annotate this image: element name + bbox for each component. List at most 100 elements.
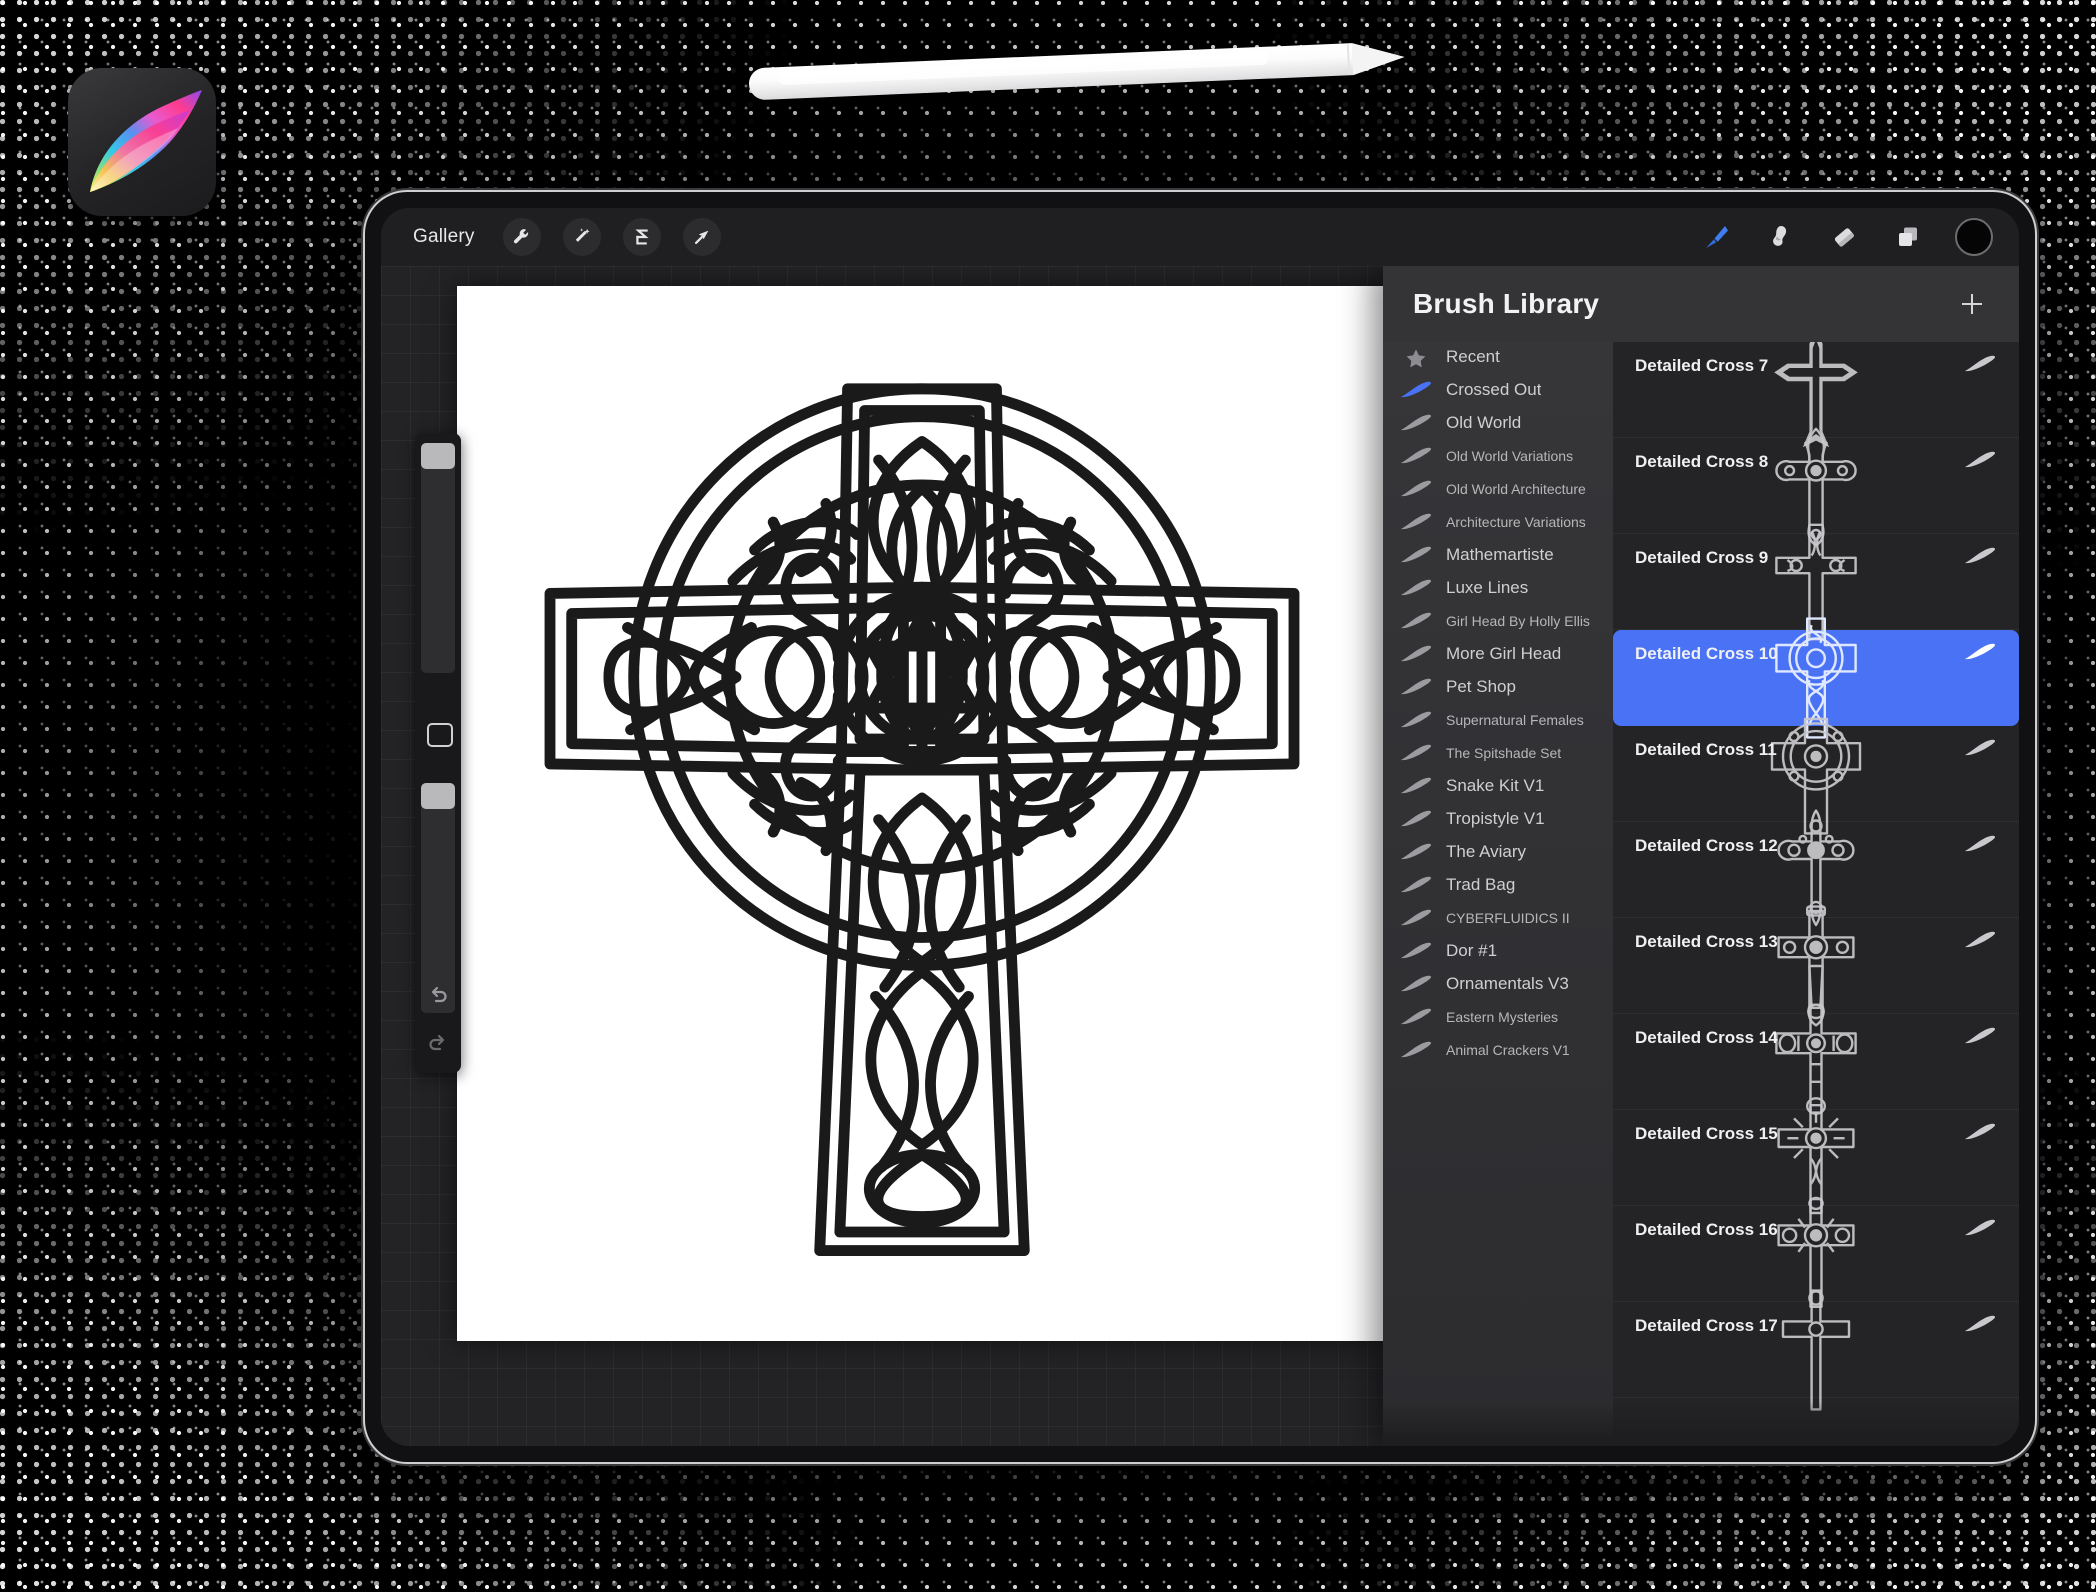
brush-library-panel: Brush Library Recent Crossed Out Old World… [1383, 266, 2019, 1446]
brush-category-label: Eastern Mysteries [1446, 1009, 1559, 1025]
sidebar-controls [415, 433, 461, 1073]
brush-category-item[interactable]: The Spitshade Set [1383, 742, 1613, 764]
brush-stroke-icon [1399, 676, 1433, 698]
actions-wrench-icon[interactable] [502, 218, 541, 256]
brush-category-item[interactable]: Old World Variations [1383, 445, 1613, 467]
brush-stroke-icon [1963, 834, 1997, 854]
modify-button[interactable] [427, 723, 453, 747]
brush-library-title: Brush Library [1413, 288, 1600, 319]
brush-name: Detailed Cross 11 [1635, 740, 1777, 759]
brush-category-label: Tropistyle V1 [1446, 809, 1545, 828]
brush-category-item[interactable]: Pet Shop [1383, 676, 1613, 698]
brush-library-body: Recent Crossed Out Old World Old World Vari… [1383, 342, 2019, 1446]
brush-category-item[interactable]: More Girl Head [1383, 643, 1613, 665]
brush-stroke-icon [1399, 577, 1433, 599]
brush-stroke-icon [1963, 1122, 1997, 1142]
brush-list-item[interactable]: Detailed Cross 17 [1613, 1289, 2019, 1411]
brush-stroke-icon [1399, 643, 1433, 665]
brush-category-label: Old World Architecture [1446, 481, 1586, 497]
eraser-tool-icon[interactable] [1827, 220, 1861, 254]
add-brush-button[interactable] [1955, 287, 1989, 321]
toolbar-right-group [1699, 218, 1993, 256]
brush-stroke-icon [1399, 379, 1433, 401]
brush-category-item[interactable]: Supernatural Females [1383, 709, 1613, 731]
brush-category-label: Architecture Variations [1446, 514, 1586, 530]
brush-category-label: Recent [1446, 347, 1500, 366]
brush-category-item[interactable]: Dor #1 [1383, 940, 1613, 962]
drawing-canvas[interactable] [457, 286, 1387, 1341]
brush-category-label: More Girl Head [1446, 644, 1562, 663]
brush-category-label: CYBERFLUIDICS II [1446, 910, 1570, 926]
brush-category-item[interactable]: Girl Head By Holly Ellis [1383, 610, 1613, 632]
brush-category-label: The Aviary [1446, 842, 1527, 861]
brush-stroke-icon [1963, 546, 1997, 566]
brush-stroke-icon [1399, 478, 1433, 500]
toolbar-left-group: Gallery [407, 218, 721, 256]
brush-category-label: Old World Variations [1446, 448, 1574, 464]
brush-stroke-icon [1399, 808, 1433, 830]
ipad-screen: Gallery Brush Library Recent Crossed Out… [381, 208, 2019, 1446]
brush-category-item[interactable]: Eastern Mysteries [1383, 1006, 1613, 1028]
undo-button[interactable] [423, 981, 453, 1011]
brush-category-label: Pet Shop [1446, 677, 1516, 696]
transform-arrow-icon[interactable] [682, 218, 721, 256]
brush-opacity-thumb[interactable] [421, 783, 455, 809]
brush-stroke-icon [1399, 940, 1433, 962]
brush-size-thumb[interactable] [421, 443, 455, 469]
brush-category-item[interactable]: Tropistyle V1 [1383, 808, 1613, 830]
redo-button[interactable] [423, 1029, 453, 1059]
smudge-tool-icon[interactable] [1763, 220, 1797, 254]
brush-category-list[interactable]: Recent Crossed Out Old World Old World Vari… [1383, 342, 1613, 1446]
brush-category-label: Old World [1446, 413, 1522, 432]
brush-name: Detailed Cross 8 [1635, 452, 1769, 471]
brush-preview-cross-tall-slim [1741, 1284, 1891, 1416]
brush-stroke-icon [1399, 544, 1433, 566]
procreate-app-icon [68, 68, 216, 216]
brush-list[interactable]: Detailed Cross 7 Detailed Cross 8 Detailed… [1613, 342, 2019, 1446]
brush-name: Detailed Cross 10 [1635, 644, 1778, 663]
brush-category-item[interactable]: Snake Kit V1 [1383, 775, 1613, 797]
brush-stroke-icon [1963, 1026, 1997, 1046]
ipad-device: Gallery Brush Library Recent Crossed Out… [365, 192, 2035, 1462]
gallery-button[interactable]: Gallery [407, 222, 481, 252]
brush-stroke-icon [1963, 738, 1997, 758]
brush-category-label: Mathemartiste [1446, 545, 1554, 564]
brush-stroke-icon [1399, 445, 1433, 467]
brush-category-item[interactable]: Old World Architecture [1383, 478, 1613, 500]
brush-category-item[interactable]: Trad Bag [1383, 874, 1613, 896]
brush-stroke-icon [1399, 412, 1433, 434]
brush-category-label: Luxe Lines [1446, 578, 1529, 597]
brush-stroke-icon [1963, 642, 1997, 662]
brush-category-item[interactable]: Old World [1383, 412, 1613, 434]
brush-category-item[interactable]: Animal Crackers V1 [1383, 1039, 1613, 1061]
brush-category-label: Snake Kit V1 [1446, 776, 1545, 795]
brush-stroke-icon [1399, 511, 1433, 533]
brush-category-item[interactable]: Luxe Lines [1383, 577, 1613, 599]
brush-category-label: Trad Bag [1446, 875, 1516, 894]
brush-size-slider[interactable] [421, 443, 455, 673]
star-icon [1399, 346, 1433, 368]
brush-library-header: Brush Library [1383, 266, 2019, 342]
brush-category-item[interactable]: Crossed Out [1383, 379, 1613, 401]
brush-category-item[interactable]: Ornamentals V3 [1383, 973, 1613, 995]
brush-category-item[interactable]: The Aviary [1383, 841, 1613, 863]
celtic-cross-artwork [544, 383, 1300, 1257]
brush-name: Detailed Cross 9 [1635, 548, 1769, 567]
layers-icon[interactable] [1891, 220, 1925, 254]
brush-category-label: Crossed Out [1446, 380, 1542, 399]
brush-opacity-slider[interactable] [421, 783, 455, 1013]
selection-icon[interactable] [622, 218, 661, 256]
brush-name: Detailed Cross 12 [1635, 836, 1778, 855]
color-swatch-button[interactable] [1955, 218, 1993, 256]
brush-stroke-icon [1399, 610, 1433, 632]
brush-stroke-icon [1963, 930, 1997, 950]
brush-category-label: Dor #1 [1446, 941, 1498, 960]
brush-stroke-icon [1963, 354, 1997, 374]
brush-name: Detailed Cross 7 [1635, 356, 1769, 375]
brush-category-item[interactable]: CYBERFLUIDICS II [1383, 907, 1613, 929]
brush-tool-icon[interactable] [1699, 220, 1733, 254]
brush-category-item[interactable]: Mathemartiste [1383, 544, 1613, 566]
brush-category-item[interactable]: Recent [1383, 346, 1613, 368]
brush-category-item[interactable]: Architecture Variations [1383, 511, 1613, 533]
adjustments-wand-icon[interactable] [562, 218, 601, 256]
